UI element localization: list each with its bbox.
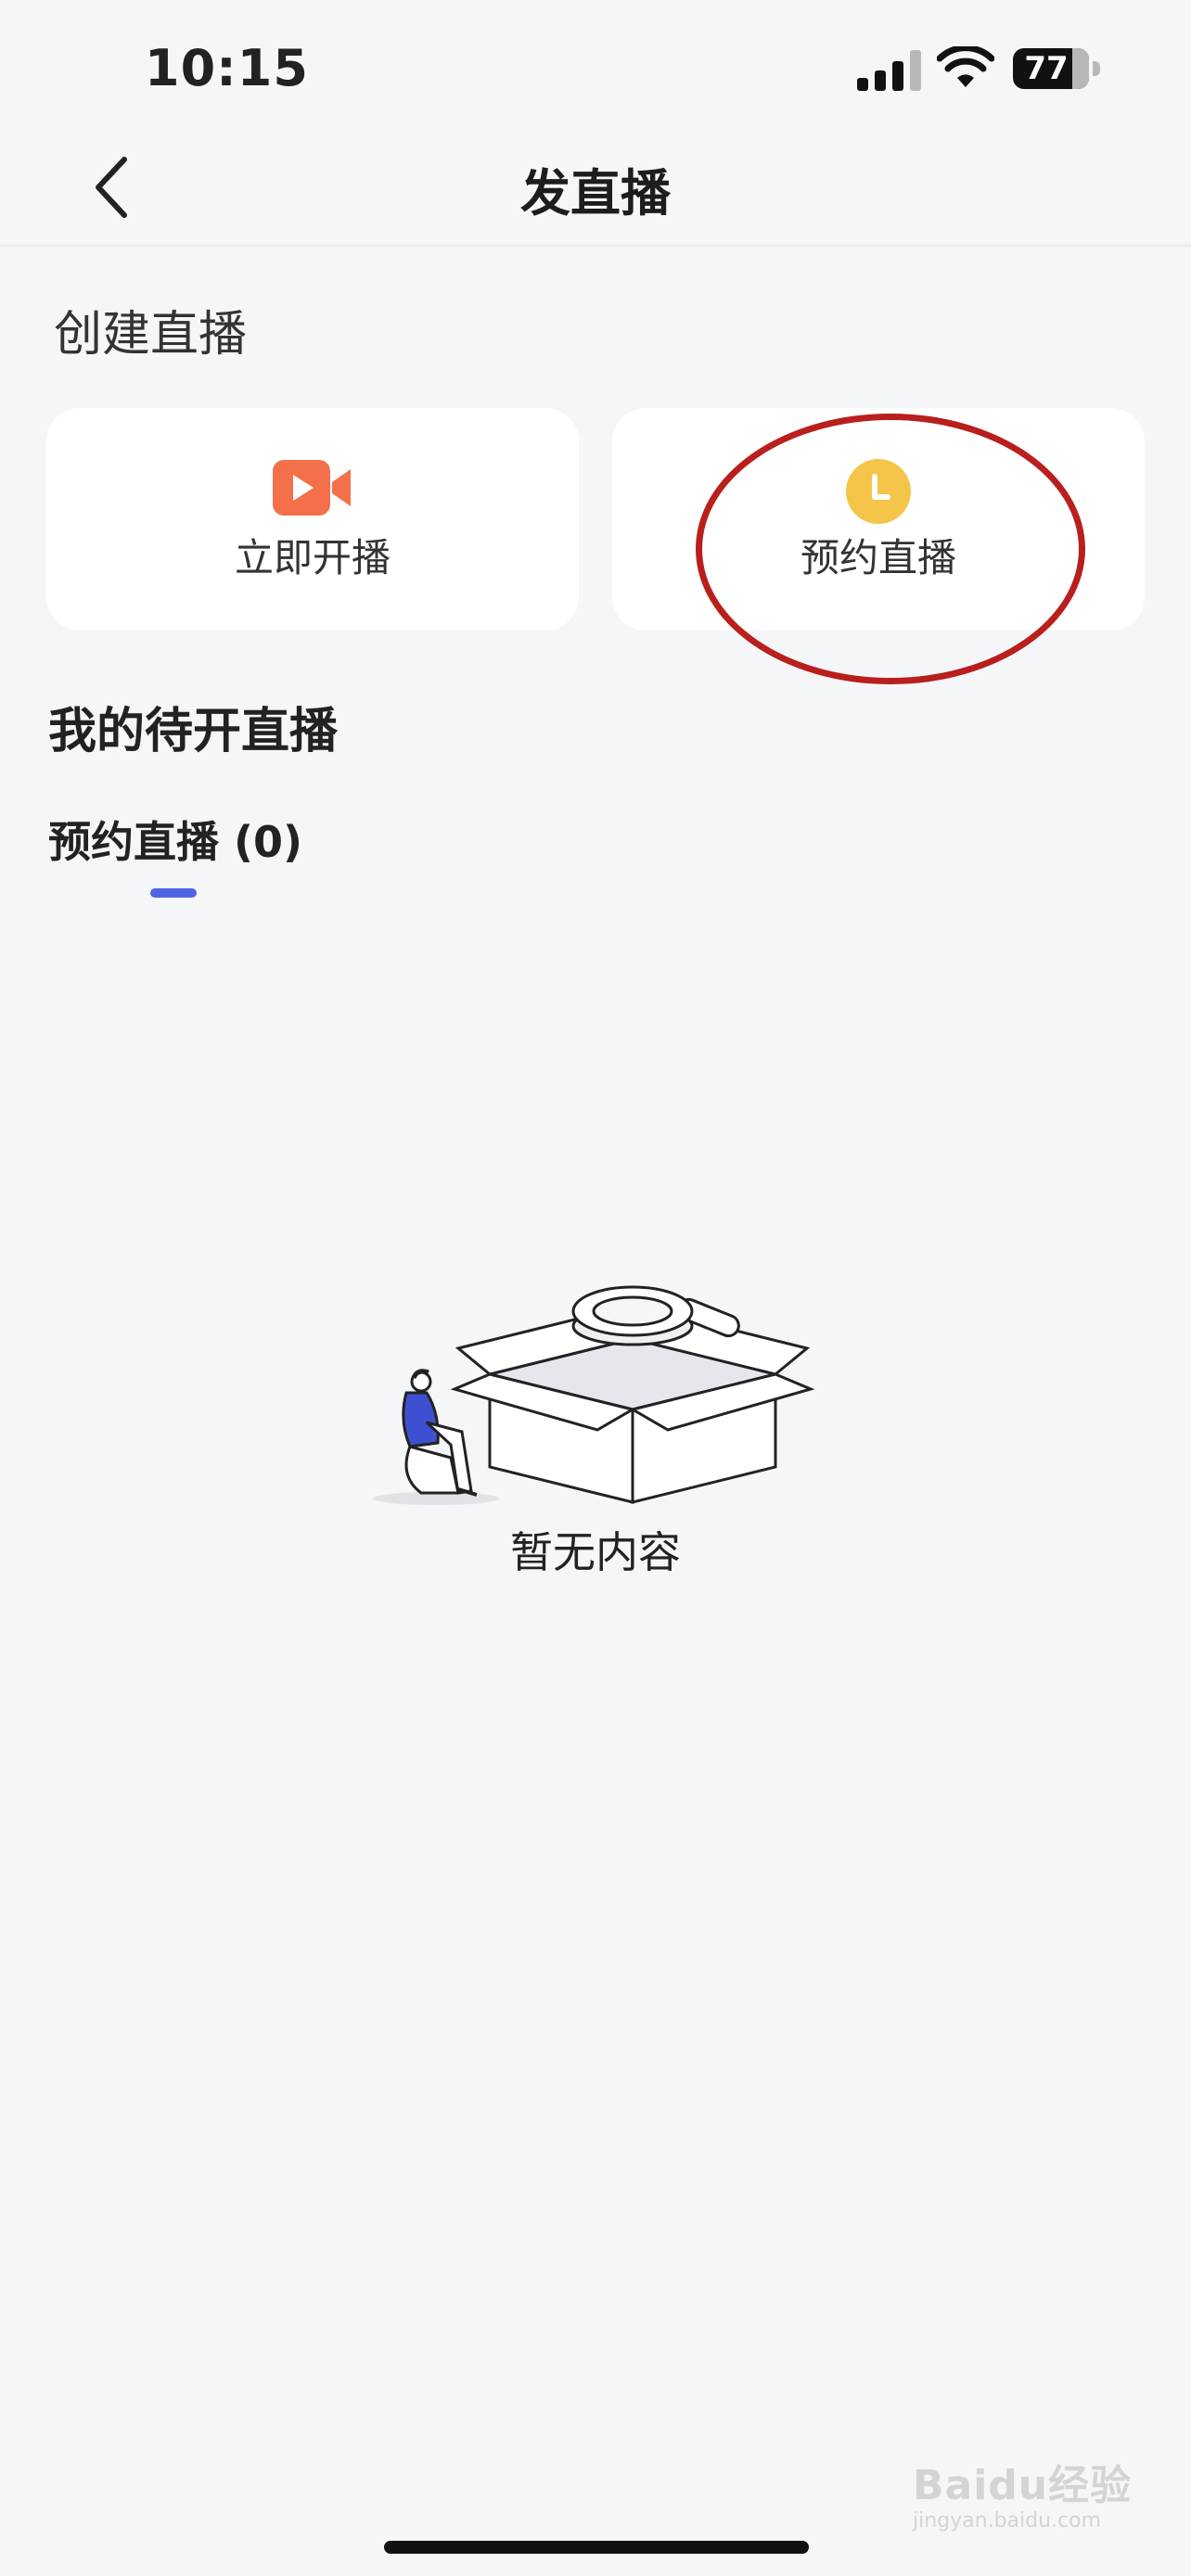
video-camera-icon (273, 460, 351, 516)
wifi-icon (937, 46, 994, 87)
pending-live-heading: 我的待开直播 (48, 704, 339, 759)
status-time: 10:15 (145, 39, 309, 97)
status-bar: 10:15 77 (0, 0, 1191, 130)
battery-percent: 77 (1024, 50, 1069, 87)
tab-scheduled-live[interactable]: 预约直播 (0) (48, 809, 302, 870)
create-live-heading: 创建直播 (54, 307, 248, 363)
battery-indicator: 77 (1013, 48, 1102, 91)
start-live-now-button[interactable]: 立即开播 (46, 408, 579, 631)
home-indicator (384, 2541, 809, 2554)
cellular-signal-icon (857, 50, 921, 91)
red-highlight-circle (696, 414, 1085, 684)
empty-box-illustration (373, 1285, 815, 1505)
baidu-watermark-url: jingyan.baidu.com (913, 2509, 1102, 2532)
page-title: 发直播 (520, 164, 671, 223)
empty-state-text: 暂无内容 (510, 1527, 681, 1577)
start-live-now-label: 立即开播 (234, 535, 391, 580)
navigation-bar: 发直播 (0, 130, 1191, 247)
tab-active-indicator (150, 888, 197, 898)
baidu-watermark: Baidu经验 (913, 2462, 1133, 2509)
